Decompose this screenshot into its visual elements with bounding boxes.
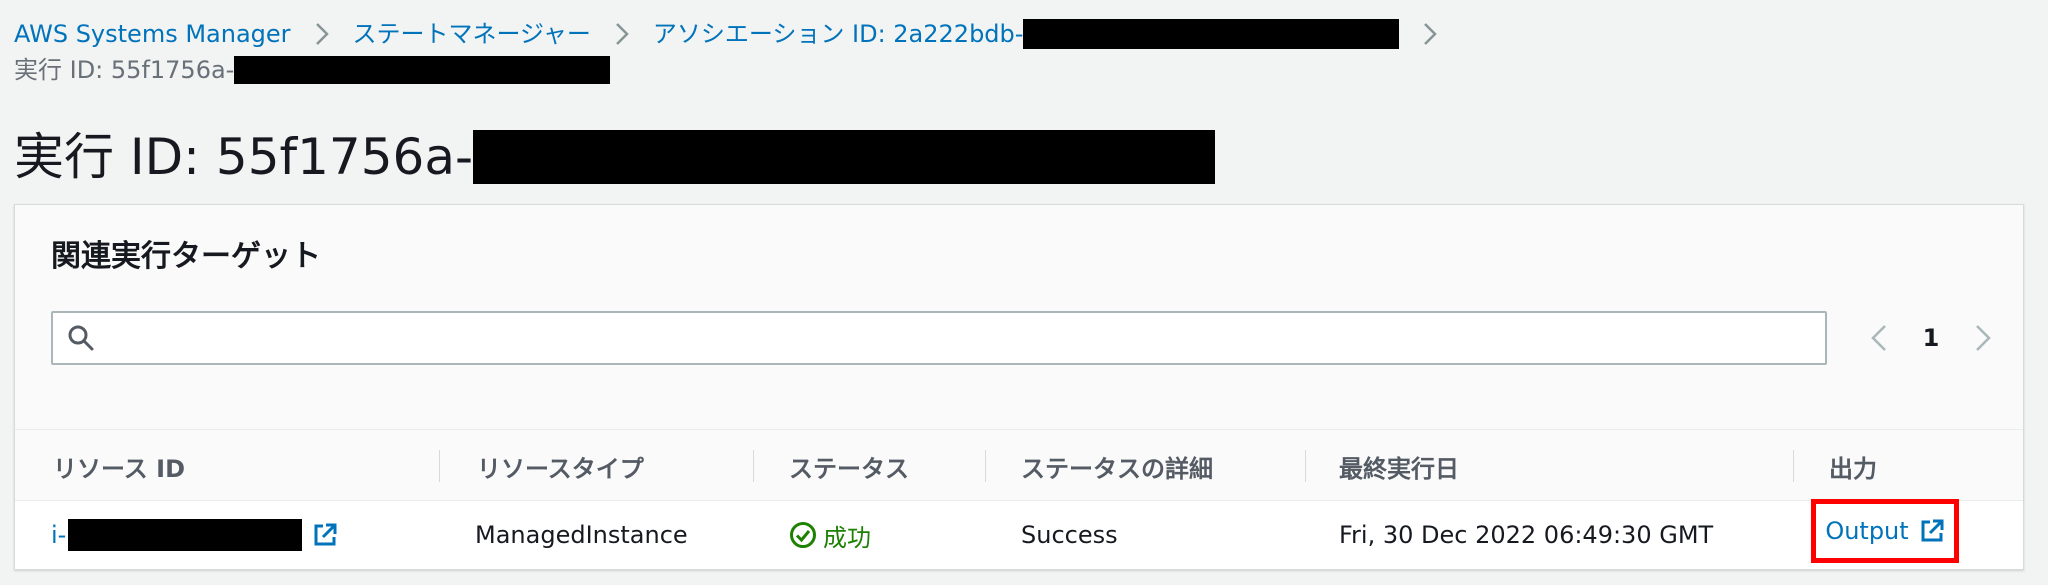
output-link[interactable]: Output — [1825, 517, 1944, 545]
chevron-right-icon — [307, 14, 337, 54]
breadcrumb-association[interactable]: アソシエーション ID: 2a222bdb- — [653, 14, 1400, 54]
redacted-block — [473, 130, 1216, 184]
page-title: 実行 ID: 55f1756a- — [14, 124, 1216, 190]
column-last-execution[interactable]: 最終実行日 — [1339, 430, 1459, 502]
chevron-right-icon[interactable] — [1961, 316, 2005, 360]
column-divider — [1305, 450, 1306, 482]
redacted-block — [1023, 19, 1400, 49]
check-circle-icon — [789, 521, 817, 549]
search-input[interactable] — [105, 316, 1825, 360]
chevron-left-icon[interactable] — [1857, 316, 1901, 360]
column-divider — [439, 450, 440, 482]
external-link-icon[interactable] — [312, 522, 338, 548]
column-divider — [753, 450, 754, 482]
column-divider — [985, 450, 986, 482]
column-status[interactable]: ステータス — [789, 430, 909, 502]
column-resource-type[interactable]: リソースタイプ — [477, 430, 644, 502]
search-icon — [67, 324, 95, 352]
status-badge: 成功 — [789, 518, 871, 553]
column-status-detail[interactable]: ステータスの詳細 — [1021, 430, 1213, 502]
column-divider — [1793, 450, 1794, 482]
page-number[interactable]: 1 — [1901, 324, 1961, 352]
breadcrumb-state-manager[interactable]: ステートマネージャー — [353, 14, 591, 54]
breadcrumb-current: 実行 ID: 55f1756a- — [14, 50, 611, 90]
table-header: リソース ID リソースタイプ ステータス ステータスの詳細 最終実行日 出力 — [15, 429, 2023, 501]
redacted-block — [234, 56, 611, 84]
breadcrumb-systems-manager[interactable]: AWS Systems Manager — [14, 14, 291, 54]
column-resource-id[interactable]: リソース ID — [53, 430, 185, 502]
cell-resource-id: i- — [51, 501, 338, 569]
column-output[interactable]: 出力 — [1829, 430, 1877, 502]
panel-title: 関連実行ターゲット — [51, 239, 321, 274]
cell-last-execution: Fri, 30 Dec 2022 06:49:30 GMT — [1339, 521, 1714, 549]
pagination: 1 — [1857, 311, 2005, 365]
breadcrumb: AWS Systems Manager ステートマネージャー アソシエーション … — [14, 14, 1461, 54]
status-text: 成功 — [823, 523, 871, 552]
cell-status: 成功 — [789, 501, 871, 569]
resource-id-link[interactable]: i- — [51, 521, 66, 549]
breadcrumb-association-label: アソシエーション ID: 2a222bdb- — [652, 20, 1024, 48]
page-title-text: 実行 ID: 55f1756a- — [14, 128, 474, 186]
output-highlight-box: Output — [1811, 499, 1959, 563]
table-row: i- ManagedInstance 成功 Success Fri, 30 De… — [15, 499, 2023, 569]
chevron-right-icon — [607, 14, 637, 54]
external-link-icon — [1919, 518, 1945, 544]
related-targets-panel: 関連実行ターゲット 1 リソース ID リソースタイプ ステータス ステータスの… — [14, 204, 2024, 570]
output-link-label: Output — [1825, 517, 1909, 545]
cell-resource-type: ManagedInstance — [475, 521, 688, 549]
search-field[interactable] — [51, 311, 1827, 365]
breadcrumb-current-label: 実行 ID: 55f1756a- — [14, 56, 235, 84]
redacted-block — [68, 519, 303, 551]
chevron-right-icon — [1415, 14, 1445, 54]
cell-status-detail: Success — [1021, 521, 1118, 549]
